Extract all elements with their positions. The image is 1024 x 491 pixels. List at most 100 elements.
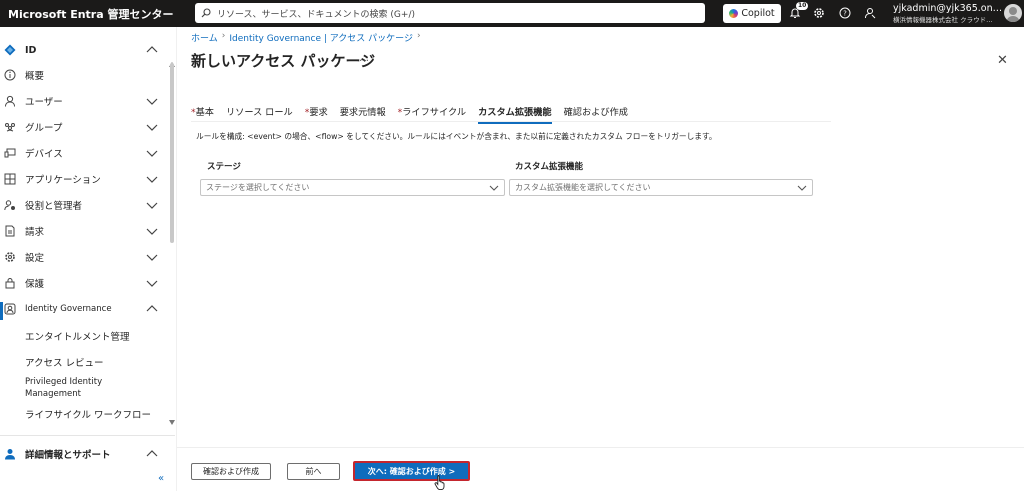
tab-label: ライフサイクル [402, 107, 467, 118]
sidebar-item-label: 詳細情報とサポート [25, 450, 111, 461]
feedback-button[interactable] [862, 5, 878, 21]
sidebar-subitem-access-reviews[interactable]: アクセス レビュー [25, 355, 104, 369]
tab-label: 要求 [309, 107, 328, 118]
apps-icon [4, 173, 16, 185]
tabs-divider [191, 121, 831, 122]
support-icon [4, 448, 16, 460]
feedback-icon [865, 8, 876, 19]
breadcrumb: ホーム › Identity Governance | アクセス パッケージ › [191, 31, 421, 44]
stage-placeholder: ステージを選択してください [206, 183, 310, 192]
chevron-up-icon [146, 46, 158, 53]
sidebar-item-label: 設定 [25, 253, 45, 264]
sidebar-item-learn-support[interactable]: 詳細情報とサポート [0, 442, 168, 466]
sidebar-item-id[interactable]: ID [0, 38, 168, 62]
brand-title[interactable]: Microsoft Entra 管理センター [0, 6, 195, 22]
sidebar-item-label: 概要 [25, 71, 45, 82]
scroll-down-icon[interactable] [169, 420, 175, 425]
more-options-button[interactable]: … [359, 53, 370, 64]
copilot-button[interactable]: Copilot [723, 4, 781, 23]
group-icon [4, 121, 16, 133]
account-info[interactable]: yjkadmin@yjk365.on… 横浜情報機器株式会社 クラウド… [893, 3, 1001, 24]
help-icon: ? [839, 7, 851, 19]
review-create-button[interactable]: 確認および作成 [191, 463, 271, 480]
sidebar-subitem-pim-line2[interactable]: Management [25, 389, 81, 399]
chevron-down-icon [146, 150, 158, 157]
scroll-thumb[interactable] [170, 63, 174, 243]
chevron-down-icon [146, 280, 158, 287]
roles-icon [4, 199, 16, 211]
sidebar-item-applications[interactable]: アプリケーション [0, 167, 168, 191]
sidebar-item-label: Identity Governance [25, 304, 112, 314]
diamond-icon [4, 44, 16, 56]
breadcrumb-access-packages[interactable]: Identity Governance | アクセス パッケージ [229, 31, 413, 44]
help-button[interactable]: ? [837, 5, 853, 21]
chevron-up-icon [146, 450, 158, 457]
chevron-down-icon [146, 124, 158, 131]
lock-icon [4, 277, 16, 289]
tab-label: 要求元情報 [339, 107, 386, 118]
extension-dropdown[interactable]: カスタム拡張機能を選択してください [509, 179, 813, 196]
sidebar-border [176, 27, 177, 491]
search-input[interactable]: リソース、サービス、ドキュメントの検索 (G+/) [217, 7, 415, 20]
sidebar-subitem-pim-line1[interactable]: Privileged Identity [25, 377, 102, 387]
notifications-button[interactable]: 10 [787, 2, 809, 21]
sidebar-item-overview[interactable]: 概要 [0, 63, 168, 87]
sidebar-divider [0, 435, 175, 436]
tab-label: 基本 [195, 107, 214, 118]
account-org: 横浜情報機器株式会社 クラウド… [893, 16, 993, 24]
copilot-label: Copilot [741, 8, 775, 19]
chevron-down-icon [146, 228, 158, 235]
previous-button[interactable]: 前へ [287, 463, 340, 480]
chevron-down-icon [489, 185, 499, 191]
search-box[interactable]: リソース、サービス、ドキュメントの検索 (G+/) [195, 3, 705, 23]
sidebar-subitem-entitlement-management[interactable]: エンタイトルメント管理 [25, 329, 130, 343]
info-icon [4, 69, 16, 81]
hand-cursor-icon [434, 475, 445, 490]
chevron-down-icon [146, 98, 158, 105]
sidebar-item-devices[interactable]: デバイス [0, 141, 168, 165]
next-review-create-button[interactable]: 次へ: 確認および作成 > [353, 461, 470, 481]
search-icon [201, 8, 211, 18]
stage-label: ステージ [207, 162, 241, 172]
stage-dropdown[interactable]: ステージを選択してください [200, 179, 505, 196]
chevron-right-icon: › [416, 31, 421, 41]
devices-icon [4, 147, 16, 159]
settings-button[interactable] [811, 5, 827, 21]
page-title: 新しいアクセス パッケージ [191, 52, 376, 70]
copilot-icon [729, 9, 739, 18]
avatar[interactable] [1004, 4, 1022, 22]
sidebar-item-settings[interactable]: 設定 [0, 245, 168, 269]
sidebar-item-identity-governance[interactable]: Identity Governance [0, 297, 168, 321]
svg-text:?: ? [843, 10, 847, 18]
sidebar-item-groups[interactable]: グループ [0, 115, 168, 139]
chevron-down-icon [146, 176, 158, 183]
tab-label: 確認および作成 [563, 107, 628, 118]
chevron-down-icon [797, 185, 807, 191]
close-button[interactable]: ✕ [997, 53, 1008, 68]
chevron-down-icon [146, 202, 158, 209]
sidebar-item-protection[interactable]: 保護 [0, 271, 168, 295]
chevron-down-icon [146, 254, 158, 261]
breadcrumb-home[interactable]: ホーム [191, 31, 218, 44]
sidebar-item-label: ユーザー [25, 97, 63, 108]
sidebar-subitem-lifecycle-workflows[interactable]: ライフサイクル ワークフロー [25, 407, 151, 421]
rule-description: ルールを構成: <event> の場合、<flow> をしてください。ルールには… [196, 132, 717, 141]
top-bar: Microsoft Entra 管理センター リソース、サービス、ドキュメントの… [0, 0, 1024, 27]
sidebar-scrollbar[interactable] [168, 27, 175, 427]
tab-label: カスタム拡張機能 [478, 107, 552, 118]
sidebar-item-label: 保護 [25, 279, 45, 290]
sidebar-item-label: デバイス [25, 149, 63, 160]
extension-label: カスタム拡張機能 [515, 162, 584, 172]
collapse-sidebar-button[interactable]: « [158, 473, 164, 484]
sidebar-item-label: 役割と管理者 [25, 201, 83, 212]
sidebar-item-label: ID [25, 44, 37, 56]
sidebar-item-billing[interactable]: 請求 [0, 219, 168, 243]
extension-placeholder: カスタム拡張機能を選択してください [515, 183, 651, 192]
user-icon [4, 95, 16, 107]
sidebar-item-users[interactable]: ユーザー [0, 89, 168, 113]
sidebar-item-roles[interactable]: 役割と管理者 [0, 193, 168, 217]
governance-icon [4, 303, 16, 315]
account-name: yjkadmin@yjk365.on… [893, 3, 1001, 14]
sidebar: ID 概要 ユーザー グループ デバイス アプリケーション 役割と管理者 請求 [0, 27, 175, 491]
settings-icon [4, 251, 16, 263]
